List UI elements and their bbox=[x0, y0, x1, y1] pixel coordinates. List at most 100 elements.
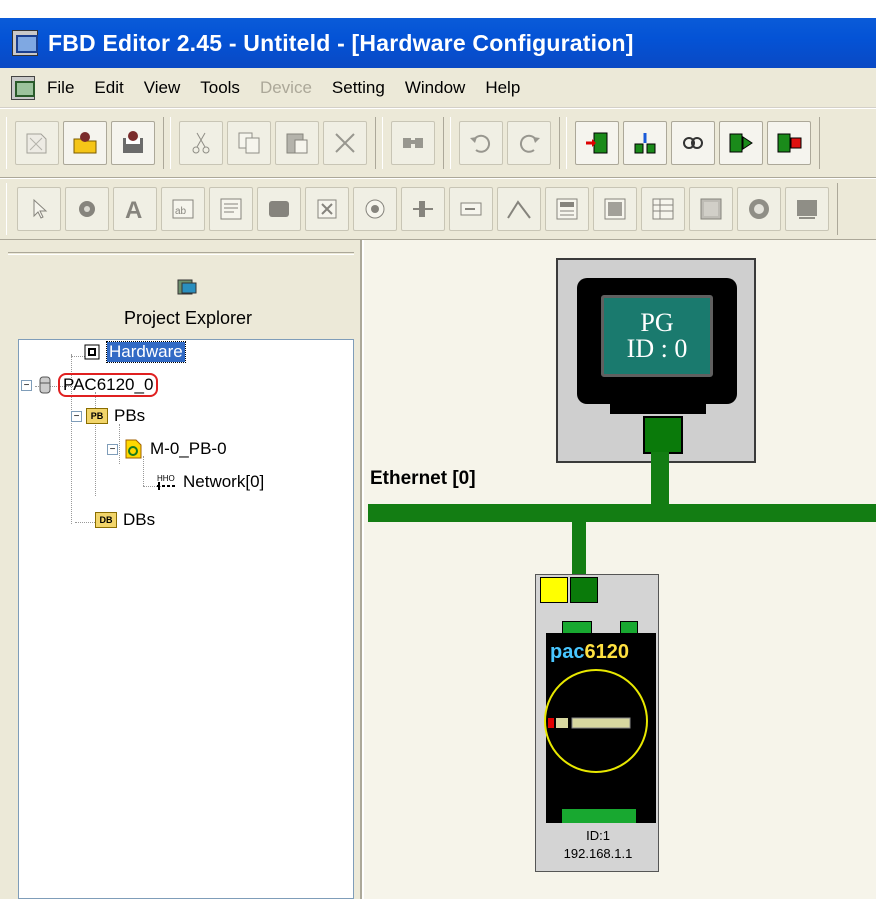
tree-node-device[interactable]: − PAC6120_0 bbox=[21, 373, 159, 397]
history-toolbar-group bbox=[450, 117, 560, 169]
menu-tools[interactable]: Tools bbox=[200, 78, 240, 98]
frame-tool[interactable] bbox=[785, 187, 829, 231]
numeric-button[interactable]: ab bbox=[161, 187, 205, 231]
hardware-icon bbox=[84, 344, 100, 360]
text-button[interactable]: A bbox=[113, 187, 157, 231]
connect-button[interactable] bbox=[671, 121, 715, 165]
save-icon bbox=[123, 131, 143, 153]
tree-node-dbs[interactable]: DB DBs bbox=[95, 510, 157, 530]
controls-toolbar: A ab bbox=[0, 178, 876, 240]
menu-window[interactable]: Window bbox=[405, 78, 465, 98]
tree-node-hardware[interactable]: Hardware bbox=[81, 341, 186, 363]
menu-file[interactable]: File bbox=[47, 78, 74, 98]
project-tree[interactable]: Hardware − PAC6120_0 − PB PBs − M-0_PB-0… bbox=[18, 339, 354, 899]
checkbox-tool[interactable] bbox=[305, 187, 349, 231]
new-button[interactable] bbox=[15, 121, 59, 165]
pac-bus-connection bbox=[572, 520, 586, 578]
slider-tool[interactable] bbox=[401, 187, 445, 231]
program-block-icon bbox=[125, 439, 142, 459]
find-icon bbox=[403, 138, 423, 148]
image-tool[interactable] bbox=[689, 187, 733, 231]
edit-box-tool[interactable] bbox=[449, 187, 493, 231]
panel-header-divider bbox=[8, 252, 354, 255]
tree-node-label: PAC6120_0 bbox=[58, 373, 159, 397]
copy-icon bbox=[238, 132, 260, 154]
menu-help[interactable]: Help bbox=[485, 78, 520, 98]
tree-node-label: M-0_PB-0 bbox=[150, 439, 227, 458]
app-icon[interactable] bbox=[12, 30, 38, 56]
tree-guide bbox=[143, 456, 144, 486]
pac-id-label: ID:1 192.168.1.1 bbox=[536, 827, 660, 863]
copy-button[interactable] bbox=[227, 121, 271, 165]
menu-bar: File Edit View Tools Device Setting Wind… bbox=[0, 68, 876, 108]
ethernet-bus-label: Ethernet [0] bbox=[370, 468, 476, 489]
hand-button[interactable] bbox=[65, 187, 109, 231]
ethernet-bus[interactable] bbox=[368, 504, 876, 522]
delete-icon bbox=[335, 133, 355, 153]
pg-device[interactable]: PG ID : 0 bbox=[556, 258, 756, 463]
find-button[interactable] bbox=[391, 121, 435, 165]
upload-button[interactable] bbox=[623, 121, 667, 165]
pac-ip: 192.168.1.1 bbox=[563, 846, 633, 861]
delete-button[interactable] bbox=[323, 121, 367, 165]
trend-icon bbox=[507, 200, 531, 219]
panel-tool[interactable] bbox=[545, 187, 589, 231]
tree-node-pb-item[interactable]: − M-0_PB-0 bbox=[107, 439, 229, 459]
run-button[interactable] bbox=[719, 121, 763, 165]
monitor-stand bbox=[610, 402, 706, 414]
tree-node-label: DBs bbox=[123, 510, 156, 529]
pac-brand-prefix: pac bbox=[550, 641, 585, 663]
grid-tool[interactable] bbox=[593, 187, 637, 231]
download-button[interactable] bbox=[575, 121, 619, 165]
panel-icon bbox=[556, 198, 578, 220]
cut-button[interactable] bbox=[179, 121, 223, 165]
gear-tool[interactable] bbox=[737, 187, 781, 231]
window-title: FBD Editor 2.45 - Untiteld - [Hardware C… bbox=[48, 29, 634, 56]
connect-icon bbox=[683, 137, 703, 149]
download-icon bbox=[586, 132, 608, 154]
save-button[interactable] bbox=[111, 121, 155, 165]
redo-button[interactable] bbox=[507, 121, 551, 165]
pointer-button[interactable] bbox=[17, 187, 61, 231]
monitor-icon: PG ID : 0 bbox=[577, 278, 737, 404]
undo-icon bbox=[470, 134, 491, 153]
button-tool[interactable] bbox=[257, 187, 301, 231]
tree-node-network[interactable]: HHO Network[0] bbox=[155, 472, 266, 492]
collapse-icon[interactable]: − bbox=[21, 379, 32, 391]
pac-serial-port[interactable] bbox=[540, 577, 568, 603]
controls-toolbar-group: A ab bbox=[6, 183, 838, 235]
grid-icon bbox=[604, 198, 626, 220]
menu-view[interactable]: View bbox=[144, 78, 181, 98]
tree-node-label: Network[0] bbox=[183, 472, 265, 491]
stop-button[interactable] bbox=[767, 121, 811, 165]
pg-ethernet-port[interactable] bbox=[643, 416, 683, 454]
pg-screen: PG ID : 0 bbox=[601, 295, 713, 377]
button-icon bbox=[269, 201, 289, 217]
radio-tool[interactable] bbox=[353, 187, 397, 231]
menu-edit[interactable]: Edit bbox=[94, 78, 123, 98]
pac6120-device[interactable]: pac6120 ID:1 192.168.1.1 bbox=[535, 574, 659, 872]
document-icon[interactable] bbox=[11, 75, 35, 100]
undo-button[interactable] bbox=[459, 121, 503, 165]
paste-button[interactable] bbox=[275, 121, 319, 165]
collapse-icon[interactable]: − bbox=[107, 443, 118, 455]
checkbox-icon bbox=[317, 199, 337, 219]
network-icon: HHO bbox=[157, 474, 175, 490]
listbox-button[interactable] bbox=[209, 187, 253, 231]
pointer-icon bbox=[33, 198, 48, 219]
redo-icon bbox=[519, 134, 540, 153]
tree-node-pbs[interactable]: − PB PBs bbox=[71, 406, 147, 426]
listbox-icon bbox=[220, 198, 242, 220]
paste-icon bbox=[286, 133, 308, 154]
open-button[interactable] bbox=[63, 121, 107, 165]
frame-icon bbox=[797, 200, 817, 219]
collapse-icon[interactable]: − bbox=[71, 410, 82, 422]
menu-device[interactable]: Device bbox=[260, 78, 312, 98]
pg-label: PG bbox=[640, 308, 674, 337]
numeric-icon: ab bbox=[172, 199, 194, 219]
text-icon: A bbox=[125, 197, 142, 222]
pac-ethernet-port[interactable] bbox=[570, 577, 598, 603]
trend-tool[interactable] bbox=[497, 187, 541, 231]
menu-setting[interactable]: Setting bbox=[332, 78, 385, 98]
table-tool[interactable] bbox=[641, 187, 685, 231]
